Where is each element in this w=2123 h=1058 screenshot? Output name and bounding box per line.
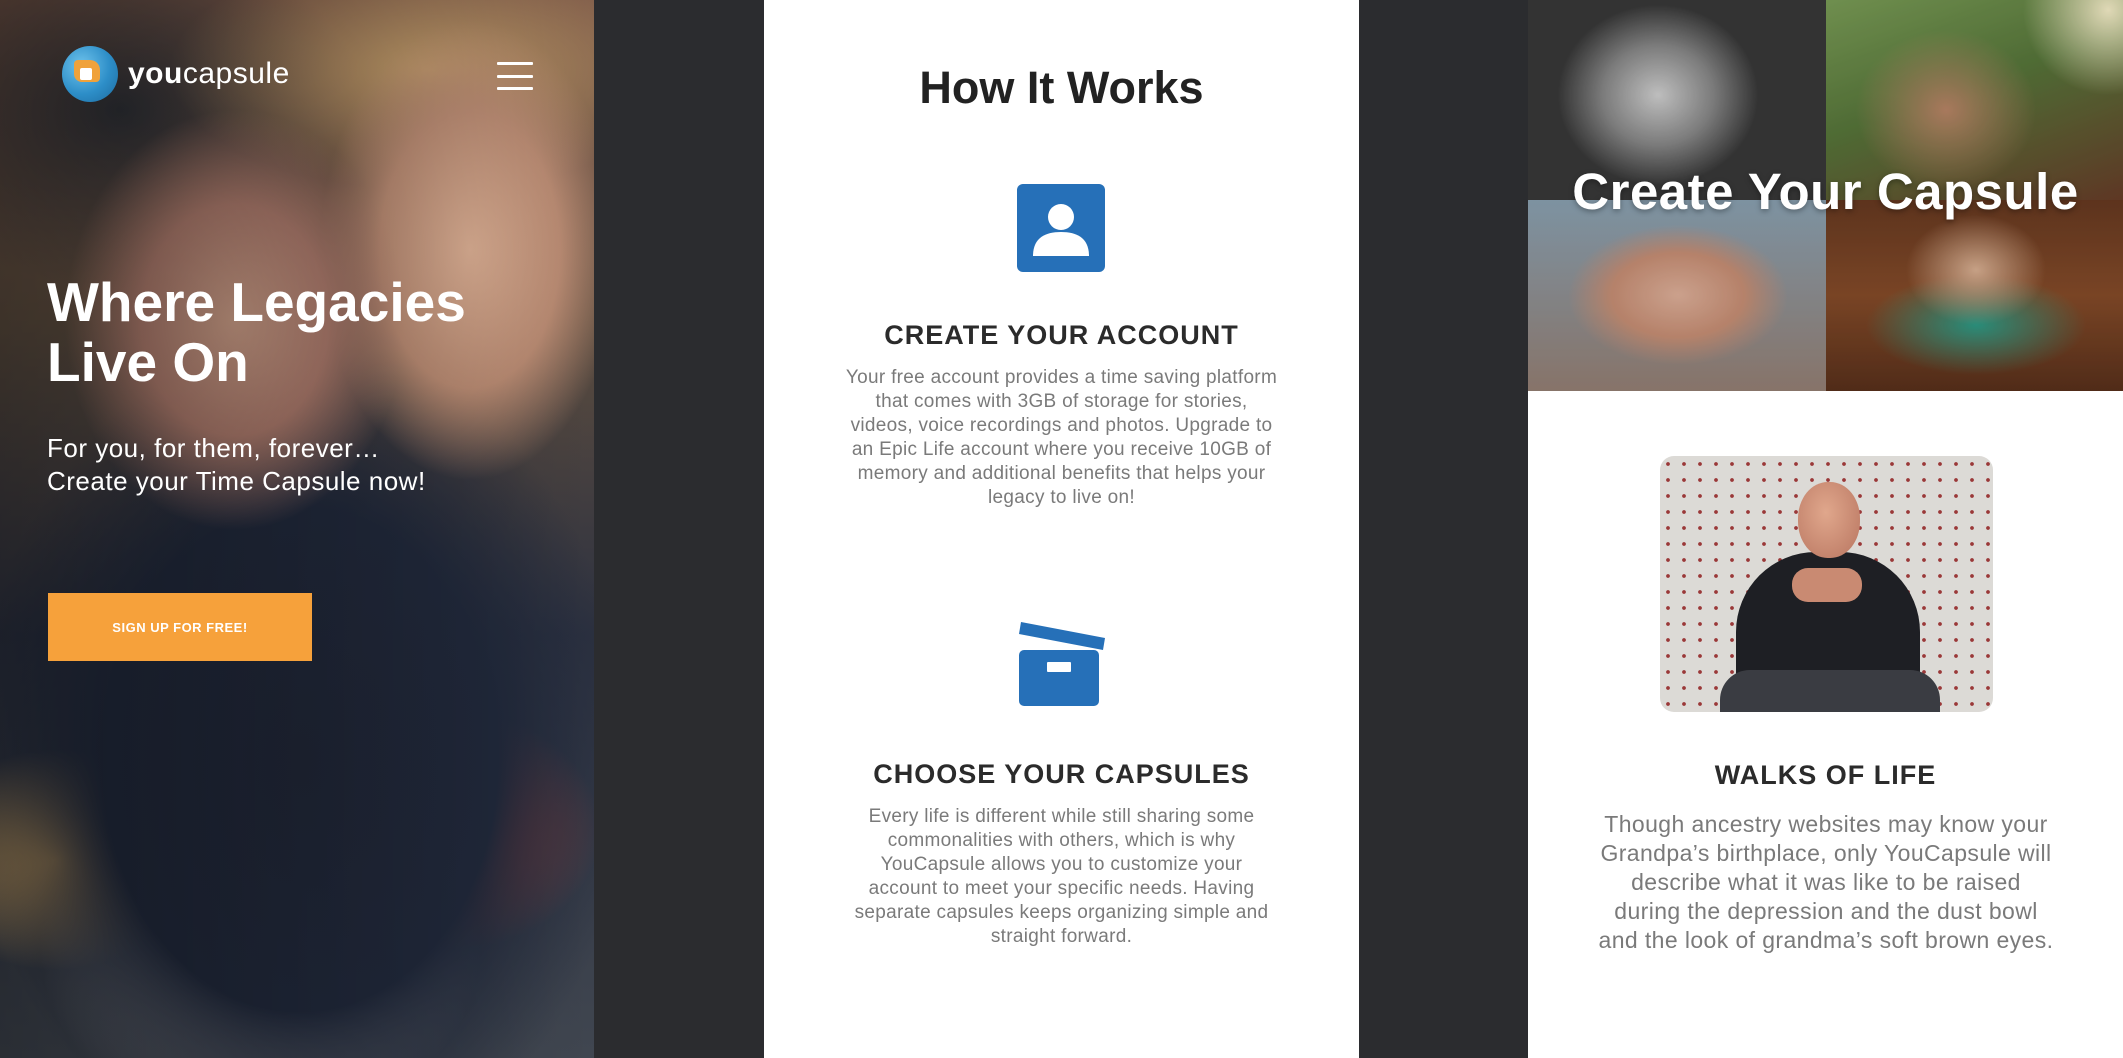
hero-photo-overlay [0,0,594,1058]
walks-of-life-text: Though ancestry websites may know your G… [1598,811,2054,953]
walks-of-life-title: WALKS OF LIFE [1714,760,1937,790]
brand-wordmark: youcapsule [128,57,290,90]
create-capsule-title: Create Your Capsule [1572,163,2079,220]
hero-title: Where Legacies Live On [47,271,466,393]
step-create-account-title: CREATE YOUR ACCOUNT [884,320,1239,350]
brand-logo[interactable]: youcapsule [62,46,290,102]
hero-subtitle: For you, for them, forever… Create your … [47,433,426,496]
user-account-icon [1017,184,1105,272]
sign-up-button[interactable]: SIGN UP FOR FREE! [48,593,312,661]
photo-collage: Create Your Capsule [1528,0,2123,391]
globe-logo-icon [62,46,118,102]
hamburger-menu-icon[interactable] [497,62,533,90]
step-create-account-text: Your free account provides a time saving… [845,367,1278,508]
archive-box-icon [1019,622,1105,706]
hero-panel: youcapsule Where Legacies Live On For yo… [0,0,594,1058]
step-choose-capsules-text: Every life is different while still shar… [854,806,1269,947]
create-capsule-panel: Create Your Capsule WALKS OF LIFE Though… [1528,0,2123,1058]
how-it-works-panel: How It Works CREATE YOUR ACCOUNT Your fr… [764,0,1359,1058]
how-it-works-title: How It Works [919,62,1204,113]
step-choose-capsules-title: CHOOSE YOUR CAPSULES [873,759,1250,789]
grandpa-portrait-image [1660,456,1993,712]
